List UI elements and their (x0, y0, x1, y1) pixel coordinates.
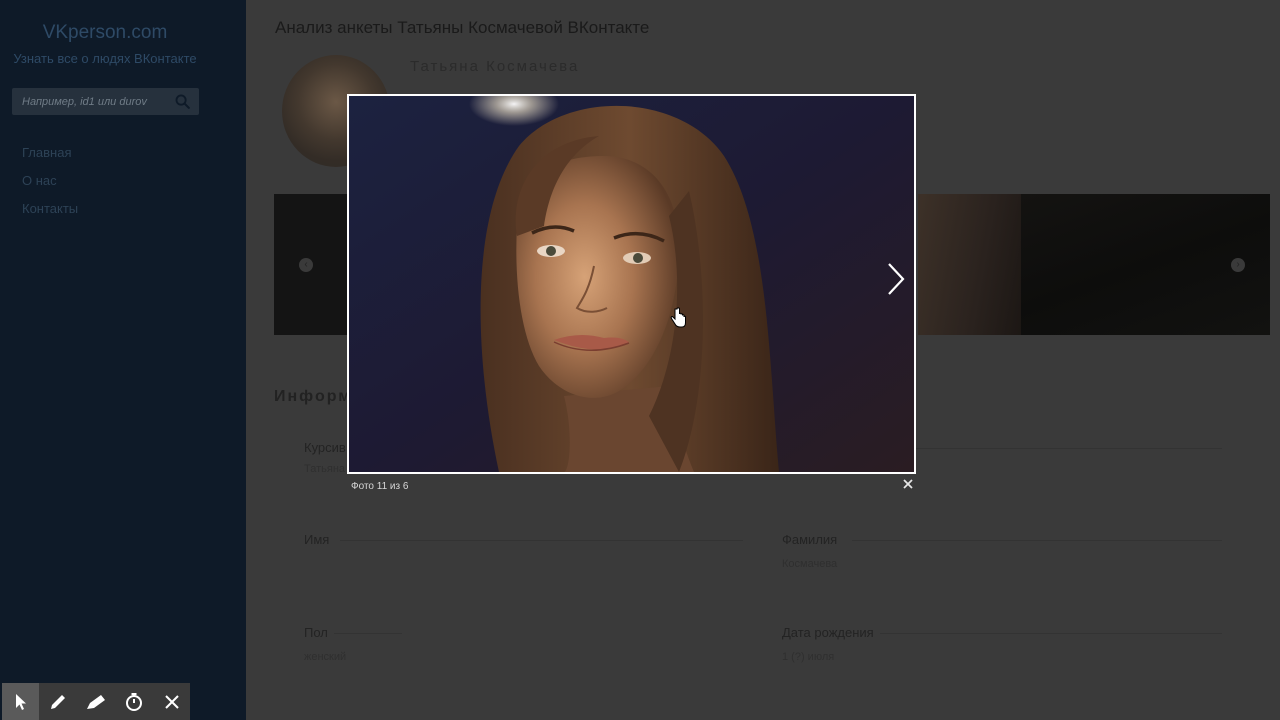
sidebar-item-contacts[interactable]: Контакты (22, 200, 78, 228)
profile-name: Татьяна Космачева (410, 58, 580, 75)
sidebar-item-about[interactable]: О нас (22, 172, 78, 200)
sidebar-item-home[interactable]: Главная (22, 144, 78, 172)
gallery-thumbnail[interactable] (918, 194, 1021, 335)
sidebar: VKperson.com Узнать все о людях ВКонтакт… (0, 0, 246, 720)
highlighter-tool[interactable] (77, 683, 114, 720)
highlighter-icon (86, 694, 105, 709)
page-title: Анализ анкеты Татьяны Космачевой ВКонтак… (275, 18, 650, 37)
gallery-next-icon[interactable]: › (1231, 258, 1245, 272)
lightbox-photo-frame (347, 94, 916, 474)
field-divider (916, 448, 1222, 449)
annotation-toolbar (2, 683, 190, 720)
birthdate-value: 1 (?) июля (782, 651, 835, 663)
site-title[interactable]: VKperson.com (0, 22, 210, 44)
timer-icon (125, 692, 142, 711)
pen-icon (50, 694, 65, 709)
birthdate-label: Дата рождения (782, 625, 874, 640)
hand-cursor-icon (670, 307, 686, 328)
field-divider (334, 633, 402, 634)
pen-tool[interactable] (39, 683, 76, 720)
sidebar-nav: Главная О нас Контакты (22, 144, 78, 228)
close-icon (164, 694, 179, 709)
gender-value: женский (304, 651, 347, 663)
last-name-label: Фамилия (782, 532, 838, 547)
close-lightbox-icon[interactable] (901, 477, 915, 491)
gallery-prev-icon[interactable]: ‹ (299, 258, 313, 272)
search-icon[interactable] (174, 93, 191, 110)
field-divider (852, 540, 1222, 541)
close-toolbar-tool[interactable] (153, 683, 190, 720)
photo-counter: Фото 11 из 6 (351, 481, 409, 492)
site-subtitle: Узнать все о людях ВКонтакте (13, 51, 197, 66)
info-heading: Информ (274, 388, 353, 405)
gender-label: Пол (304, 625, 328, 640)
last-name-value: Космачева (782, 558, 838, 570)
search-input[interactable] (12, 88, 172, 115)
field-divider (340, 540, 743, 541)
timer-tool[interactable] (115, 683, 152, 720)
field-label: Курсив (304, 440, 346, 455)
lightbox-photo[interactable] (349, 96, 914, 472)
pointer-icon (15, 693, 26, 710)
pointer-tool[interactable] (2, 683, 39, 720)
search-box (12, 88, 199, 115)
first-name-label: Имя (304, 532, 330, 547)
field-value: Татьяна (304, 463, 346, 475)
field-divider (880, 633, 1222, 634)
